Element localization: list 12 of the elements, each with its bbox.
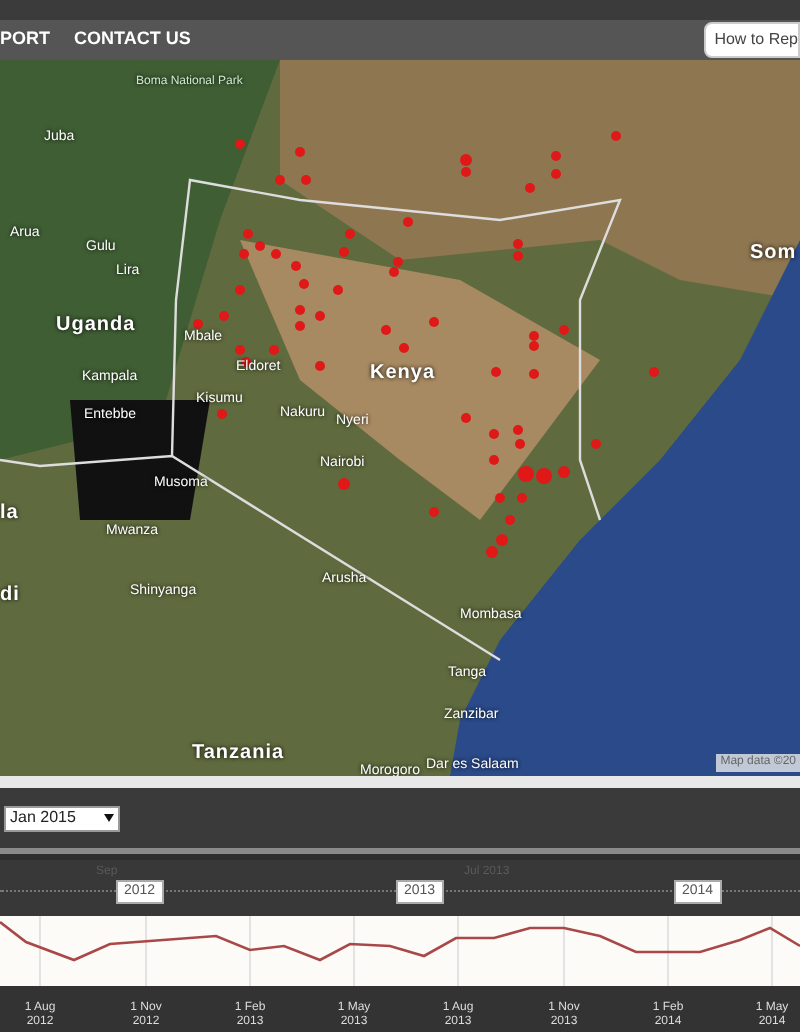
dropdown-caret-icon	[104, 814, 114, 822]
month-dropdown[interactable]: Jan 2015	[4, 805, 120, 831]
map-place-label: Tanzania	[192, 744, 285, 764]
map-place-label: Uganda	[56, 316, 136, 336]
map-place-label: Som	[750, 244, 797, 264]
satellite-map-drawing[interactable]	[0, 60, 800, 776]
how-to-report-button[interactable]: How to Rep	[704, 22, 800, 58]
map-place-label: Kenya	[370, 364, 436, 384]
nav-link[interactable]: PORT	[0, 26, 51, 54]
map-place-label: la	[0, 504, 19, 524]
map-place-label: di	[0, 586, 20, 606]
nav-link[interactable]: CONTACT US	[74, 26, 191, 54]
